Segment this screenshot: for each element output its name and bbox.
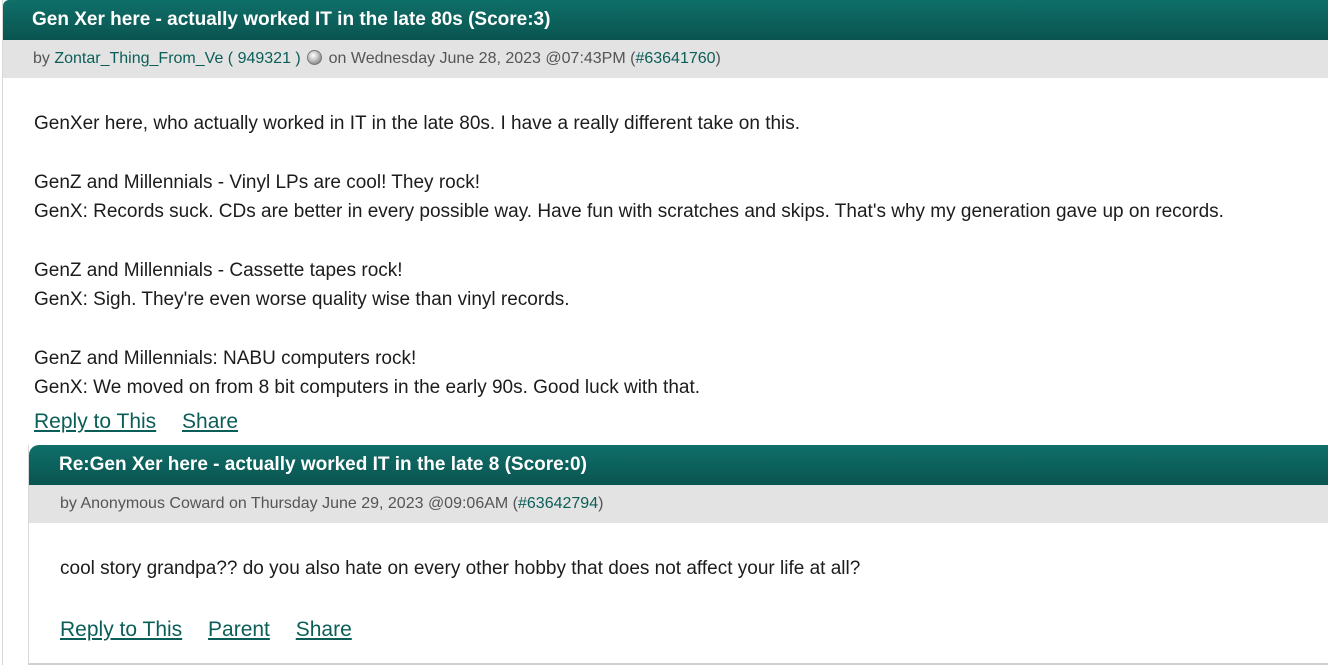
reply-to-reply-link[interactable]: Reply to This [60,618,182,641]
comment-date: on Wednesday June 28, 2023 @07:43PM ( [328,50,636,67]
comment-line: GenX: Sigh. They're even worse quality w… [34,289,570,310]
close-paren: ) [598,495,604,512]
comment-line: GenX: We moved on from 8 bit computers i… [34,377,701,398]
comment-line: GenZ and Millennials - Cassette tapes ro… [34,259,403,281]
comment-line: GenZ and Millennials: NABU computers roc… [34,347,417,369]
comment-line: GenX: Records suck. CDs are better in ev… [34,201,1224,222]
reply-share-link[interactable]: Share [296,618,352,641]
reply-paragraph: cool story grandpa?? do you also hate on… [60,558,861,579]
reply-actions: Reply to This Parent Share [29,618,1328,642]
close-paren: ) [715,50,721,67]
comment-63642794: Re:Gen Xer here - actually worked IT in … [28,445,1328,665]
share-link[interactable]: Share [182,410,238,433]
comment-title: Gen Xer here - actually worked IT in the… [3,0,1328,40]
comment-permalink[interactable]: #63641760 [635,50,715,67]
comment-line: GenZ and Millennials - Vinyl LPs are coo… [34,171,480,193]
reply-body: cool story grandpa?? do you also hate on… [29,523,1328,584]
reply-meta: by Anonymous Coward on Thursday June 29,… [29,485,1328,523]
user-id-link[interactable]: ( 949321 ) [228,50,301,67]
reply-meta-text: by Anonymous Coward on Thursday June 29,… [60,495,518,512]
comment-actions: Reply to This Share [3,410,1328,434]
karma-icon [307,50,323,65]
parent-link[interactable]: Parent [208,618,270,641]
reply-title: Re:Gen Xer here - actually worked IT in … [29,445,1328,485]
reply-link[interactable]: Reply to This [34,410,156,433]
reply-permalink[interactable]: #63642794 [518,495,598,512]
comment-body: GenXer here, who actually worked in IT i… [3,78,1328,403]
by-label: by [33,50,50,67]
comment-paragraph: GenXer here, who actually worked in IT i… [34,113,801,134]
author-link[interactable]: Zontar_Thing_From_Ve [54,50,223,67]
comment-meta: by Zontar_Thing_From_Ve ( 949321 ) on We… [3,40,1328,78]
